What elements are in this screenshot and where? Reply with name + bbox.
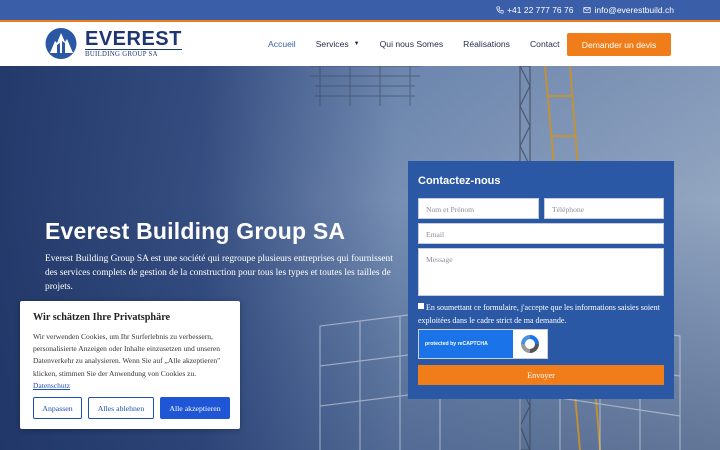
cookie-text: Wir verwenden Cookies, um Ihr Surferlebn…: [33, 331, 227, 392]
logo-subtitle: BUILDING GROUP SA: [85, 49, 182, 58]
nav-label: Réalisations: [463, 39, 510, 49]
consent-text: En soumettant ce formulaire, j'accepte q…: [418, 303, 660, 325]
consent-row: En soumettant ce formulaire, j'accepte q…: [418, 302, 668, 327]
nav-realisations[interactable]: Réalisations: [463, 39, 510, 49]
cookie-banner: Wir schätzen Ihre Privatsphäre Wir verwe…: [20, 301, 240, 429]
cookie-body: Wir verwenden Cookies, um Ihr Surferlebn…: [33, 332, 221, 378]
consent-checkbox[interactable]: [418, 303, 424, 309]
email-address: info@everestbuild.ch: [594, 5, 674, 15]
envelope-icon: [583, 7, 592, 13]
reject-all-button[interactable]: Alles ablehnen: [88, 397, 154, 419]
everest-logo-icon: [45, 28, 77, 59]
cookie-title: Wir schätzen Ihre Privatsphäre: [33, 312, 171, 323]
nav-accueil[interactable]: Accueil: [268, 39, 296, 49]
nav-label: Accueil: [268, 39, 296, 49]
site-header: EVEREST BUILDING GROUP SA Accueil Servic…: [0, 22, 720, 66]
email-input[interactable]: Email: [418, 223, 664, 244]
phone-icon: [496, 6, 504, 14]
recaptcha-icon: [513, 330, 547, 358]
topbar-email[interactable]: info@everestbuild.ch: [583, 5, 674, 15]
caret-down-icon: ▼: [353, 41, 360, 47]
customize-button[interactable]: Anpassen: [33, 397, 82, 419]
logo-name: EVEREST: [85, 28, 182, 50]
top-bar: +41 22 777 76 76 info@everestbuild.ch: [0, 0, 720, 22]
contact-form: Contactez-nous Nom et Prénom Téléphone E…: [408, 161, 674, 399]
hero-title: Everest Building Group SA: [45, 218, 346, 244]
name-input[interactable]: Nom et Prénom: [418, 198, 539, 219]
nav-label: Qui nous Somes: [379, 39, 444, 49]
submit-button[interactable]: Envoyer: [418, 365, 664, 385]
site-logo[interactable]: EVEREST BUILDING GROUP SA: [44, 27, 182, 60]
phone-input[interactable]: Téléphone: [544, 198, 664, 219]
accept-all-button[interactable]: Alle akzeptieren: [160, 397, 230, 419]
contact-form-title: Contactez-nous: [418, 175, 501, 187]
privacy-link[interactable]: Datenschutz: [33, 381, 70, 390]
main-nav: Accueil Services ▼ Qui nous Somes Réalisa…: [268, 22, 580, 66]
topbar-phone[interactable]: +41 22 777 76 76: [496, 5, 573, 15]
nav-label: Services: [315, 39, 349, 49]
nav-services[interactable]: Services ▼: [316, 39, 360, 49]
request-quote-button[interactable]: Demander un devis: [567, 33, 671, 56]
nav-label: Contact: [529, 39, 560, 49]
recaptcha-widget[interactable]: protected by reCAPTCHA: [418, 329, 548, 359]
cookie-buttons: Anpassen Alles ablehnen Alle akzeptieren: [33, 397, 230, 419]
nav-qui-nous-somes[interactable]: Qui nous Somes: [380, 39, 444, 49]
hero-description: Everest Building Group SA est une sociét…: [45, 254, 393, 293]
phone-number: +41 22 777 76 76: [507, 5, 574, 15]
recaptcha-label: protected by reCAPTCHA: [419, 330, 513, 358]
nav-contact[interactable]: Contact: [530, 39, 560, 49]
message-textarea[interactable]: Message: [418, 248, 664, 296]
